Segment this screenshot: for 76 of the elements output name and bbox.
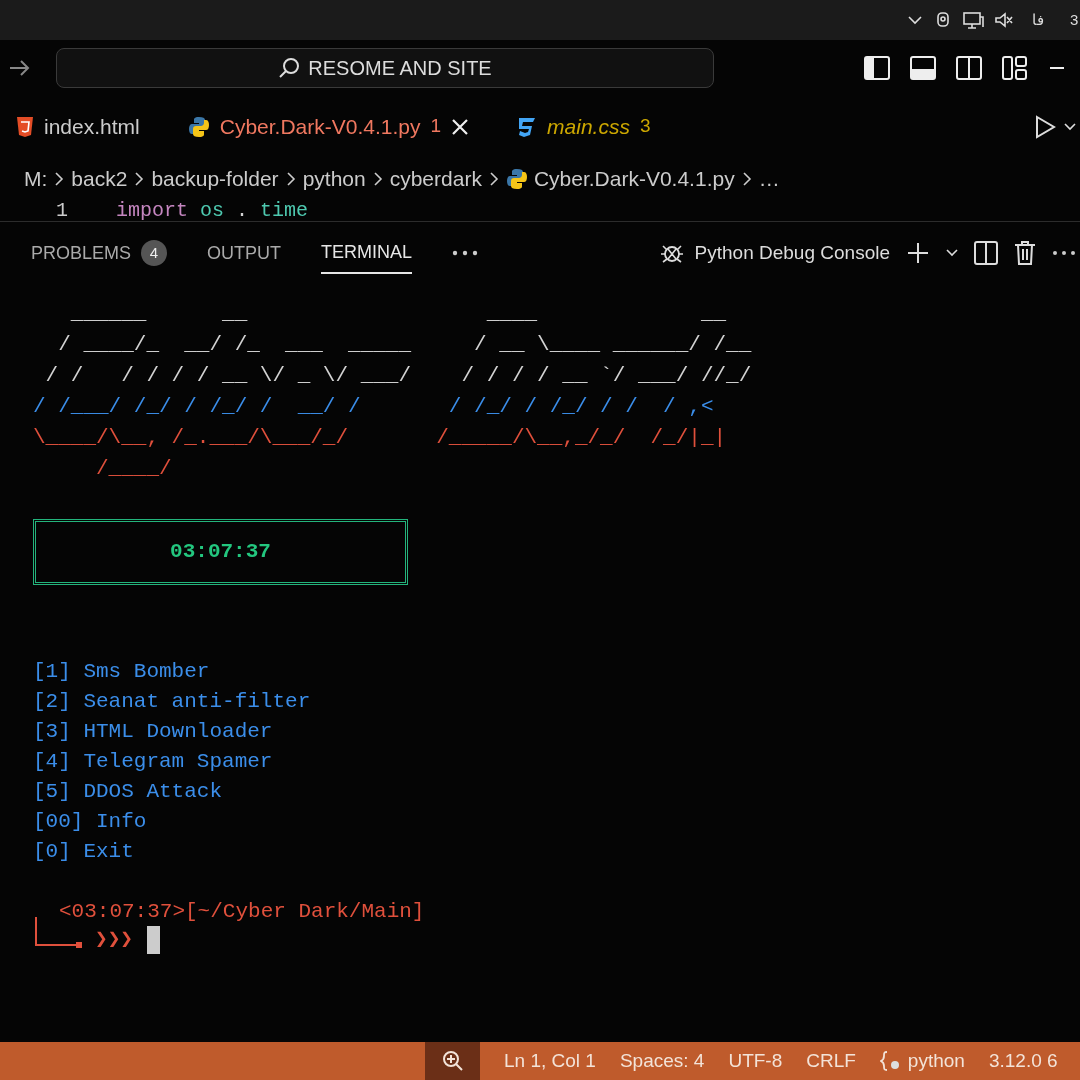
- status-item[interactable]: 3.12.0 6: [988, 1046, 1058, 1076]
- menu-option: [2] Seanat anti-filter: [33, 687, 311, 717]
- keyboard-layout-indicator[interactable]: فا: [1032, 8, 1044, 32]
- panel-toggle-icon[interactable]: [910, 55, 936, 80]
- breadcrumb-item[interactable]: back2: [71, 163, 128, 195]
- status-item[interactable]: Spaces: 4: [619, 1046, 705, 1076]
- plus-icon[interactable]: [906, 241, 930, 265]
- ascii-art-line: \____/\__, /_.___/\___/_/ /_____/\__,_/_/ /_/|_|: [33, 425, 727, 451]
- zoom-button[interactable]: [425, 1042, 480, 1080]
- search-field[interactable]: RESOME AND SITE: [56, 47, 714, 88]
- text-cursor: [146, 926, 160, 954]
- monitor-icon[interactable]: [962, 11, 984, 29]
- chevron-right-icon: [284, 170, 297, 188]
- layout-grid-icon[interactable]: [1002, 55, 1028, 80]
- breadcrumb-item[interactable]: …: [758, 163, 780, 195]
- html-file-icon: [16, 115, 34, 138]
- split-layout-icon[interactable]: [956, 55, 982, 80]
- menu-option: [4] Telegram Spamer: [33, 747, 273, 777]
- trash-icon[interactable]: [1014, 241, 1036, 265]
- status-item[interactable]: python: [879, 1046, 965, 1076]
- speaker-muted-icon[interactable]: [994, 11, 1014, 29]
- panel-tab[interactable]: PROBLEMS 4: [31, 233, 168, 273]
- chevron-right-icon: [371, 170, 384, 188]
- chevron-down-icon[interactable]: [1064, 120, 1076, 133]
- status-item[interactable]: UTF-8: [728, 1046, 783, 1076]
- line-number: 1: [56, 200, 68, 221]
- chevron-right-icon: [740, 170, 753, 188]
- more-icon[interactable]: [452, 249, 479, 257]
- editor-tab[interactable]: index.html: [16, 110, 140, 143]
- status-item[interactable]: Ln 1, Col 1: [504, 1046, 596, 1076]
- editor-tab[interactable]: Cyber.Dark-V0.4.1.py 1: [187, 110, 470, 143]
- clock-text: 3: [1070, 9, 1080, 30]
- ascii-art-line: ______ __ ____ __: [69, 301, 727, 327]
- editor-tab[interactable]: main.css 3: [517, 110, 651, 143]
- breadcrumb-item[interactable]: backup-folder: [151, 163, 279, 195]
- sidebar-toggle-icon[interactable]: [864, 55, 890, 80]
- breadcrumb-item[interactable]: M:: [24, 163, 48, 195]
- chevron-right-icon: [487, 170, 500, 188]
- more-icon[interactable]: [1052, 249, 1076, 257]
- breadcrumb-item[interactable]: python: [302, 163, 366, 195]
- prompt-status: <03:07:37>[~/Cyber Dark/Main]: [59, 899, 425, 925]
- menu-option: [0] Exit: [33, 837, 134, 867]
- ascii-art-line: / /___/ /_/ / /_/ / __/ / / /_/ / /_/ / / / ,<: [33, 394, 714, 420]
- menu-option: [00] Info: [33, 807, 147, 837]
- breadcrumb-item[interactable]: Cyber.Dark-V0.4.1.py: [533, 163, 735, 195]
- ascii-art-line: / / / / / / __ \/ _ \/ ___/ / / / / __ `/ ___/ //_/: [44, 363, 752, 389]
- close-icon[interactable]: [451, 117, 470, 136]
- clock-panel: 03:07:37: [33, 519, 408, 585]
- status-item[interactable]: CRLF: [806, 1046, 856, 1076]
- code-token: .: [236, 200, 249, 221]
- code-token: os: [200, 200, 225, 221]
- menu-option: [1] Sms Bomber: [33, 657, 210, 687]
- menu-option: [3] HTML Downloader: [33, 717, 273, 747]
- panel-tab[interactable]: TERMINAL: [321, 232, 413, 274]
- code-token: time: [260, 200, 309, 221]
- search-icon: [278, 56, 301, 79]
- code-token: import: [116, 200, 189, 221]
- terminal-selector[interactable]: Python Debug Console: [658, 232, 890, 274]
- run-icon[interactable]: [1034, 114, 1056, 139]
- zoom-icon: [441, 1050, 464, 1072]
- menu-option: [5] DDOS Attack: [33, 777, 223, 807]
- braces-icon: [879, 1050, 902, 1072]
- ascii-art-line: /____/: [95, 456, 172, 482]
- chevron-right-icon: [133, 170, 146, 188]
- breadcrumb-item[interactable]: cyberdark: [389, 163, 482, 195]
- chevron-down-icon[interactable]: [946, 247, 958, 259]
- arrow-right-icon[interactable]: [8, 57, 32, 78]
- css-file-icon: [517, 115, 538, 138]
- python-file-icon: [187, 114, 210, 139]
- camera-icon[interactable]: [934, 11, 952, 29]
- prompt-symbol: ❯❯❯: [95, 927, 133, 953]
- ascii-art-line: / ____/_ __/ /_ ___ _____ / __ \____ ______/ /__: [57, 332, 752, 358]
- chevron-right-icon: [53, 170, 66, 188]
- panel-tab[interactable]: OUTPUT: [207, 233, 282, 273]
- python-file-icon: [505, 167, 528, 191]
- split-terminal-icon[interactable]: [974, 241, 998, 265]
